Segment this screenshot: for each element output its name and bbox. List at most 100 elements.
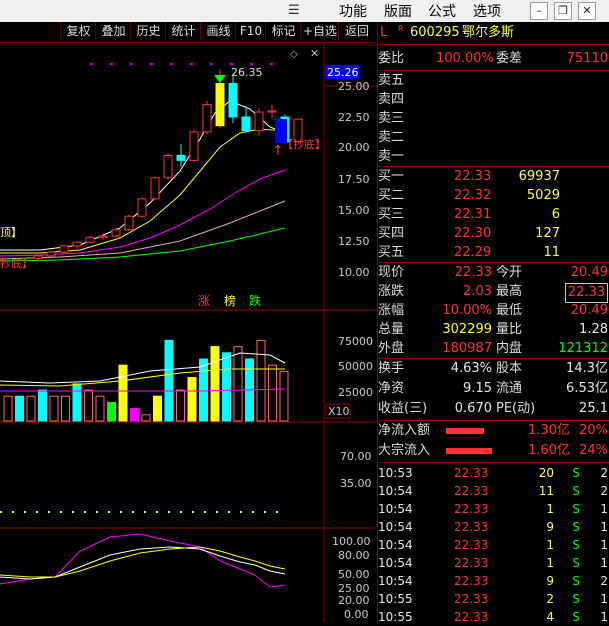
tick-row[interactable]: 10:54 22.33 11 S 2 (378, 482, 609, 500)
flow-label: 净流入额 (378, 423, 431, 438)
signal-dot (190, 63, 193, 65)
moving-average-line (0, 128, 286, 254)
flow-bar (446, 428, 484, 434)
quote-stat-row[interactable]: 净资 9.15 流通 6.53亿 (378, 380, 609, 398)
signal-dot (110, 63, 113, 65)
menu-layout[interactable]: 版面 (384, 1, 412, 21)
high-price-label: 26.35 (231, 66, 263, 79)
volume-chart[interactable]: 75000 50000 25000 X10 (0, 311, 376, 423)
tick-row[interactable]: 10:55 22.33 4 S 1 (378, 608, 609, 626)
restore-icon[interactable]: ❐ (554, 2, 572, 20)
buy-level-price: 22.32 (454, 188, 492, 203)
tick-volume: 11 (538, 484, 554, 498)
indicator-panel-2[interactable]: 100.00 80.00 50.00 25.00 20.00 0.00 (0, 529, 376, 622)
buy-level-row[interactable]: 买五 22.29 11 (378, 244, 609, 262)
chart-toolbar: 复权 叠加 历史 统计 画线 F10 标记 +自选 返回 (0, 22, 374, 43)
quote-stat-row[interactable]: 外盘 180987 内盘 121312 (378, 340, 609, 358)
candle (254, 111, 264, 132)
quote-stat-row[interactable]: 换手 4.63% 股本 14.3亿 (378, 360, 609, 378)
close-icon[interactable]: ✕ (578, 2, 596, 20)
indicator-tick: 20.00 (338, 594, 370, 607)
tick-row[interactable]: 10:54 22.33 1 S 1 (378, 554, 609, 572)
signal-dot (170, 63, 173, 65)
volume-bar (95, 395, 105, 422)
indicator-chart-1[interactable]: 70.00 35.00 (0, 423, 376, 529)
price-chart-panel[interactable]: 25.00 22.50 20.00 17.50 15.00 12.50 10.0… (0, 43, 376, 311)
menu-options[interactable]: 选项 (473, 1, 501, 21)
statistics-button[interactable]: 统计 (165, 22, 201, 41)
quote-stat-row[interactable]: 涨跌 2.03 最高 22.33 (378, 283, 609, 303)
back-button[interactable]: 返回 (338, 22, 375, 41)
volume-bar (49, 395, 59, 422)
tick-row[interactable]: 10:53 22.33 20 S 2 (378, 464, 609, 482)
tick-price: 22.33 (454, 592, 489, 606)
sell-level-row[interactable]: 卖三 (378, 110, 609, 128)
indicator-panel-1[interactable]: 70.00 35.00 (0, 423, 376, 529)
draw-line-button[interactable]: 画线 (200, 22, 236, 41)
flow-bar (446, 448, 492, 454)
stock-code[interactable]: 600295 (410, 24, 460, 42)
volume-bar (118, 364, 128, 422)
buy-level-label: 买一 (378, 169, 405, 184)
fuquan-button[interactable]: 复权 (60, 22, 96, 41)
tick-row[interactable]: 10:54 22.33 9 S 1 (378, 518, 609, 536)
sell-level-row[interactable]: 卖五 (378, 72, 609, 90)
buy-level-row[interactable]: 买三 22.31 6 (378, 206, 609, 224)
flow-value: 1.30亿 (528, 423, 570, 438)
tag-fall[interactable]: 跌 (249, 293, 261, 308)
overlay-button[interactable]: 叠加 (95, 22, 131, 41)
indicator-chart-2[interactable]: 100.00 80.00 50.00 25.00 20.00 0.00 (0, 529, 376, 622)
tick-volume: 20 (538, 466, 554, 480)
tick-count: 2 (600, 466, 608, 480)
buy-level-price: 22.30 (454, 226, 492, 241)
price-tick: 10.00 (338, 266, 370, 279)
diamond-icon: ◇ (290, 49, 298, 60)
money-flow-row[interactable]: 大宗流入 1.60亿 24% (378, 442, 609, 460)
tick-row[interactable]: 10:54 22.33 1 S 1 (378, 500, 609, 518)
tag-rank[interactable]: 榜 (224, 293, 236, 308)
close-panel-icon[interactable]: ✕ (310, 47, 319, 60)
stat-value: 6.53亿 (566, 381, 608, 396)
stat-value: 180987 (442, 341, 492, 356)
quote-stat-row[interactable]: 现价 22.33 今开 20.49 (378, 264, 609, 282)
buy-level-row[interactable]: 买一 22.33 69937 (378, 168, 609, 186)
price-tick: 15.00 (338, 204, 370, 217)
tag-rise[interactable]: 涨 (198, 293, 210, 308)
signal-dot (150, 63, 153, 65)
price-chart[interactable]: 25.00 22.50 20.00 17.50 15.00 12.50 10.0… (0, 43, 376, 311)
minimize-icon[interactable]: – (530, 2, 548, 20)
f10-button[interactable]: F10 (235, 22, 266, 41)
quote-stat-row[interactable]: 总量 302299 量比 1.28 (378, 321, 609, 339)
tick-count: 1 (600, 502, 608, 516)
tick-time: 10:54 (378, 520, 413, 534)
candle (228, 83, 238, 118)
menu-formula[interactable]: 公式 (428, 1, 456, 21)
sell-level-row[interactable]: 卖二 (378, 129, 609, 147)
buy-level-row[interactable]: 买二 22.32 5029 (378, 187, 609, 205)
sell-level-row[interactable]: 卖四 (378, 91, 609, 109)
tick-row[interactable]: 10:54 22.33 1 S 1 (378, 536, 609, 554)
volume-bar (176, 389, 185, 422)
money-flow-row[interactable]: 净流入额 1.30亿 20% (378, 422, 609, 440)
add-watchlist-button[interactable]: +自选 (300, 22, 339, 41)
buy-level-row[interactable]: 买四 22.30 127 (378, 225, 609, 243)
buy-level-price: 22.29 (454, 245, 492, 260)
stock-name[interactable]: 鄂尔多斯 (462, 24, 514, 42)
volume-bar (130, 408, 139, 422)
tick-row[interactable]: 10:55 22.33 2 S 1 (378, 590, 609, 608)
volume-bar (26, 395, 36, 422)
tick-volume: 1 (546, 538, 554, 552)
mark-button[interactable]: 标记 (265, 22, 301, 41)
quote-stat-row[interactable]: 收益(三) 0.670 PE(动) 25.1 (378, 400, 609, 418)
menu-list-icon[interactable]: ☰ (288, 3, 300, 18)
stat-value: 14.3亿 (566, 361, 608, 376)
volume-chart-panel[interactable]: 75000 50000 25000 X10 (0, 311, 376, 423)
stat-label: 总量 (378, 322, 405, 337)
history-button[interactable]: 历史 (130, 22, 166, 41)
tick-row[interactable]: 10:54 22.33 9 S 2 (378, 572, 609, 590)
menu-function[interactable]: 功能 (339, 1, 367, 21)
sell-level-row[interactable]: 卖一 (378, 148, 609, 166)
quote-stat-row[interactable]: 涨幅 10.00% 最低 20.49 (378, 302, 609, 320)
tick-price: 22.33 (454, 556, 489, 570)
indicator-tick: 35.00 (340, 477, 372, 490)
